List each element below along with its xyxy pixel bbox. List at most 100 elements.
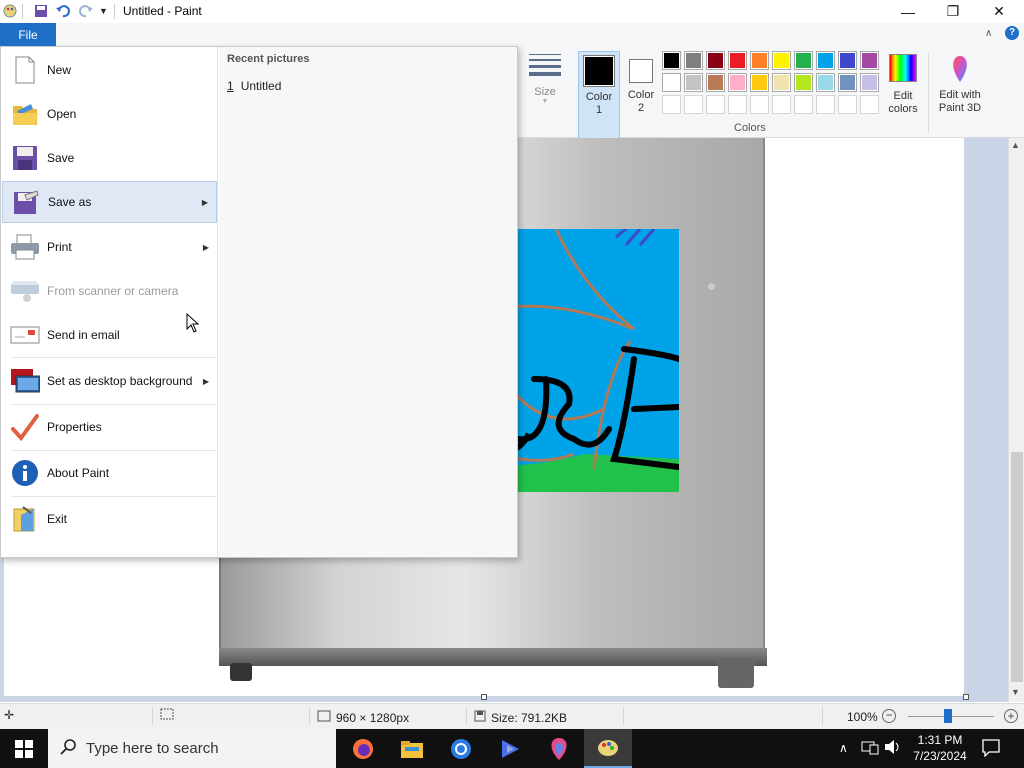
paint-taskbar-button[interactable] <box>584 729 632 768</box>
palette-swatch-color <box>774 75 789 90</box>
paint-app-icon[interactable] <box>2 3 18 19</box>
vertical-scrollbar[interactable]: ▲ ▼ <box>1008 138 1024 702</box>
palette-swatch[interactable] <box>750 73 769 92</box>
color1-button[interactable]: Color 1 <box>578 51 620 139</box>
show-hidden-icons-icon[interactable]: ∧ <box>839 741 848 755</box>
palette-swatch[interactable] <box>772 73 791 92</box>
menu-item-properties-label: Properties <box>47 420 102 434</box>
palette-swatch-color <box>840 75 855 90</box>
maximize-button[interactable]: ❐ <box>930 0 976 23</box>
palette-swatch[interactable] <box>728 95 747 114</box>
recent-item[interactable]: 1 Untitled <box>227 79 281 93</box>
palette-swatch[interactable] <box>794 51 813 70</box>
zoom-in-button[interactable]: + <box>1004 709 1018 723</box>
palette-swatch[interactable] <box>684 73 703 92</box>
volume-icon[interactable] <box>884 739 902 758</box>
size-button[interactable]: Size ▼ <box>526 51 564 109</box>
palette-swatch-color <box>862 53 877 68</box>
search-icon <box>60 739 76 758</box>
palette-swatch[interactable] <box>706 73 725 92</box>
search-placeholder: Type here to search <box>86 740 219 757</box>
palette-swatch[interactable] <box>706 51 725 70</box>
palette-swatch[interactable] <box>728 73 747 92</box>
firefox-icon[interactable] <box>352 738 374 763</box>
palette-swatch-color <box>664 53 679 68</box>
file-tab[interactable]: File <box>0 23 56 46</box>
menu-item-properties[interactable]: Properties <box>2 405 217 449</box>
palette-swatch[interactable] <box>838 51 857 70</box>
chrome-icon[interactable] <box>450 738 472 763</box>
scroll-up-icon[interactable]: ▲ <box>1011 140 1020 150</box>
palette-swatch[interactable] <box>684 51 703 70</box>
menu-item-exit[interactable]: Exit <box>2 497 217 541</box>
palette-swatch-color <box>708 53 723 68</box>
menu-item-save-label: Save <box>47 151 75 165</box>
palette-swatch[interactable] <box>794 73 813 92</box>
customize-quick-access-icon[interactable]: ▼ <box>99 3 108 19</box>
palette-swatch[interactable] <box>816 95 835 114</box>
zoom-slider-thumb[interactable] <box>944 709 952 723</box>
palette-swatch[interactable] <box>772 51 791 70</box>
scroll-down-icon[interactable]: ▼ <box>1011 687 1020 697</box>
close-button[interactable]: ✕ <box>976 0 1022 23</box>
palette-swatch[interactable] <box>684 95 703 114</box>
resize-handle-corner[interactable] <box>963 694 969 700</box>
palette-swatch[interactable] <box>662 73 681 92</box>
monitor-icon <box>10 366 40 396</box>
menu-item-open[interactable]: Open <box>2 92 217 136</box>
clock[interactable]: 1:31 PM 7/23/2024 <box>906 732 974 764</box>
palette-swatch[interactable] <box>860 95 879 114</box>
palette-swatch[interactable] <box>662 95 681 114</box>
paint3d-taskbar-icon[interactable] <box>548 737 570 764</box>
palette-swatch[interactable] <box>772 95 791 114</box>
network-icon[interactable] <box>861 739 879 758</box>
quick-save-icon[interactable] <box>34 3 48 19</box>
palette-swatch[interactable] <box>838 95 857 114</box>
notifications-icon[interactable] <box>982 739 1000 760</box>
menu-item-new[interactable]: New <box>2 48 217 92</box>
palette-swatch[interactable] <box>860 51 879 70</box>
edit-with-paint3d-button[interactable]: Edit with Paint 3D <box>932 51 988 139</box>
menu-item-print[interactable]: Print ▶ <box>2 225 217 269</box>
collapse-ribbon-icon[interactable]: ∧ <box>985 28 992 39</box>
menu-item-save[interactable]: Save <box>2 136 217 180</box>
menu-item-save-as[interactable]: Save as ▶ <box>2 181 217 223</box>
zoom-out-button[interactable]: − <box>882 709 896 723</box>
palette-swatch-color <box>708 75 723 90</box>
taskbar: Type here to search ∧ 1:31 PM 7/23/2024 <box>0 729 1024 768</box>
palette-swatch-color <box>840 53 855 68</box>
palette-swatch[interactable] <box>750 51 769 70</box>
resize-handle-bottom[interactable] <box>481 694 487 700</box>
minimize-button[interactable]: — <box>885 0 931 23</box>
menu-item-send-email[interactable]: Send in email <box>2 313 217 357</box>
palette-swatch[interactable] <box>860 73 879 92</box>
edit-colors-button[interactable]: Edit colors <box>884 51 922 139</box>
menu-item-about[interactable]: About Paint <box>2 451 217 495</box>
palette-swatch[interactable] <box>750 95 769 114</box>
palette-swatch[interactable] <box>838 73 857 92</box>
undo-icon[interactable] <box>55 3 71 19</box>
zoom-slider[interactable] <box>908 709 994 723</box>
file-size-icon <box>474 710 486 725</box>
menu-item-desktop-background[interactable]: Set as desktop background ▶ <box>2 359 217 403</box>
palette-swatch[interactable] <box>728 51 747 70</box>
media-player-icon[interactable] <box>499 738 521 763</box>
color2-label: Color 2 <box>627 89 655 114</box>
file-explorer-icon[interactable] <box>401 739 423 762</box>
menu-item-from-scanner: From scanner or camera <box>2 269 217 313</box>
open-folder-icon <box>10 99 40 129</box>
palette-swatch[interactable] <box>662 51 681 70</box>
help-icon[interactable]: ? <box>1005 26 1019 40</box>
menu-item-send-email-label: Send in email <box>47 328 120 342</box>
palette-swatch[interactable] <box>794 95 813 114</box>
file-size: Size: 791.2KB <box>491 710 568 725</box>
scroll-thumb[interactable] <box>1011 452 1023 682</box>
palette-swatch[interactable] <box>706 95 725 114</box>
palette-swatch[interactable] <box>816 73 835 92</box>
start-button[interactable] <box>0 729 48 768</box>
palette-swatch[interactable] <box>816 51 835 70</box>
color2-button[interactable]: Color 2 <box>622 51 660 139</box>
taskbar-search-box[interactable]: Type here to search <box>48 729 336 768</box>
palette-swatch-color <box>752 53 767 68</box>
redo-icon[interactable] <box>78 3 94 19</box>
